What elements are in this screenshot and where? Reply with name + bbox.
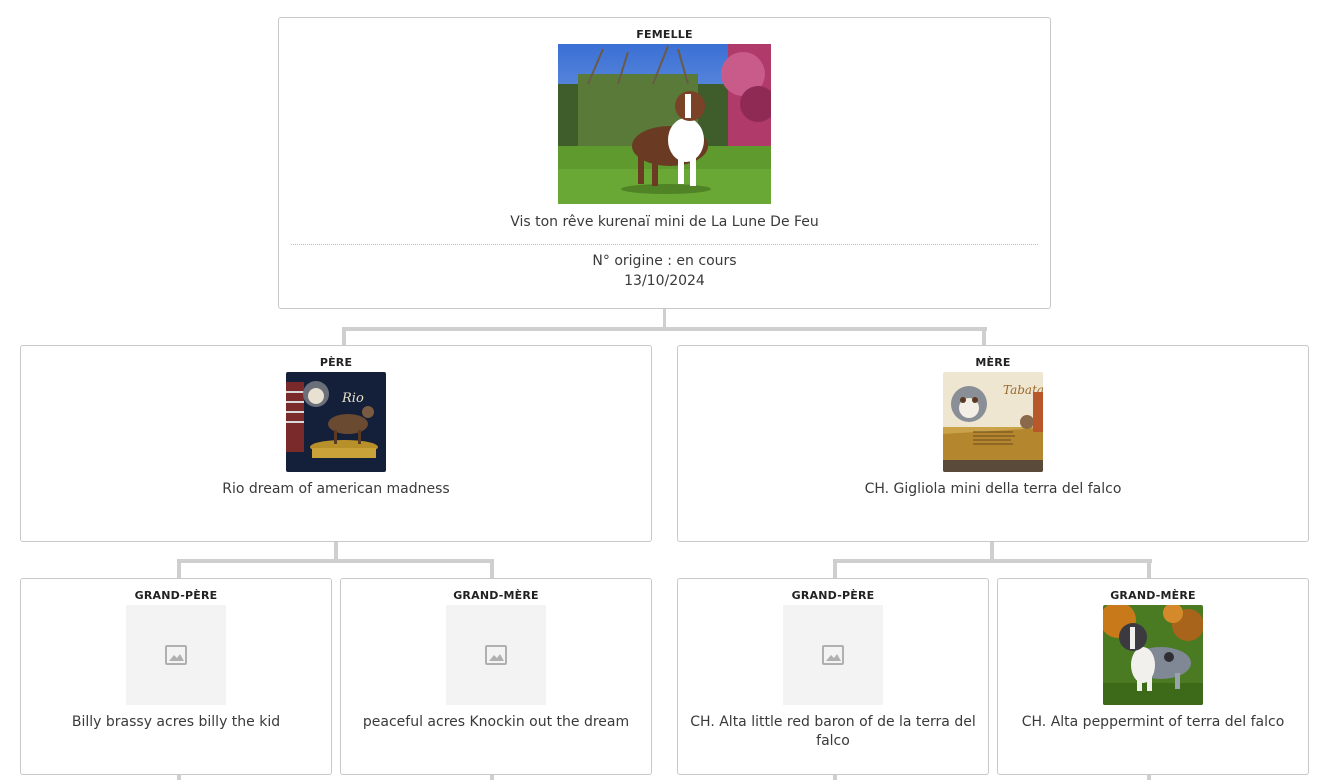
photo-caption: Rio [341,391,364,406]
connector-line [177,559,181,579]
maternal-grandfather-name[interactable]: CH. Alta little red baron of de la terra… [678,713,988,751]
pedigree-tree: FEMELLE Vis ton rêve kurenaï mini de La … [0,0,1326,780]
mother-photo[interactable]: Tabata [943,372,1043,472]
connector-line [833,559,1152,563]
connector-line [334,541,338,561]
maternal-grandfather-card[interactable]: GRAND-PÈRE CH. Alta little red baron of … [677,578,989,775]
grandmother-role-label: GRAND-MÈRE [1110,589,1196,602]
dog-photo-icon [558,44,771,204]
father-card[interactable]: PÈRE Rio Rio dream of american madness [20,345,652,542]
image-placeholder[interactable] [126,605,226,705]
father-photo[interactable]: Rio [286,372,386,472]
father-role-label: PÈRE [319,356,353,369]
paternal-grandmother-name[interactable]: peaceful acres Knockin out the dream [341,713,651,732]
subject-name[interactable]: Vis ton rêve kurenaï mini de La Lune De … [279,213,1050,232]
dog-poster-photo-icon: Tabata [943,372,1043,472]
maternal-grandmother-photo[interactable] [1103,605,1203,705]
paternal-grandfather-name[interactable]: Billy brassy acres billy the kid [21,713,331,732]
connector-line [342,327,346,346]
origin-number: N° origine : en cours [592,253,737,269]
image-placeholder[interactable] [446,605,546,705]
image-placeholder-icon [822,645,844,665]
dog-photo-icon [1103,605,1203,705]
mother-role-label: MÈRE [975,356,1011,369]
subject-role-label: FEMELLE [636,28,693,41]
mother-card[interactable]: MÈRE Tabata CH. Gigliola mini della terr… [677,345,1309,542]
maternal-grandmother-card[interactable]: GRAND-MÈRE CH. Alta peppermint of terra … [997,578,1309,775]
mother-name[interactable]: CH. Gigliola mini della terra del falco [678,480,1308,499]
image-placeholder-icon [485,645,507,665]
maternal-grandmother-name[interactable]: CH. Alta peppermint of terra del falco [998,713,1308,732]
connector-line [990,541,994,561]
dog-photo[interactable] [558,44,771,204]
image-placeholder-icon [165,645,187,665]
connector-line [1147,559,1151,579]
paternal-grandfather-card[interactable]: GRAND-PÈRE Billy brassy acres billy the … [20,578,332,775]
connector-line [177,559,494,563]
image-placeholder[interactable] [783,605,883,705]
dog-photo-icon: Rio [286,372,386,472]
separator [291,244,1038,245]
connector-line [342,327,987,331]
father-name[interactable]: Rio dream of american madness [21,480,651,499]
grandfather-role-label: GRAND-PÈRE [134,589,218,602]
connector-line [833,559,837,579]
paternal-grandmother-card[interactable]: GRAND-MÈRE peaceful acres Knockin out th… [340,578,652,775]
grandfather-role-label: GRAND-PÈRE [791,589,875,602]
birth-date: 13/10/2024 [624,273,705,289]
connector-line [663,308,666,328]
connector-line [490,559,494,579]
connector-line [982,327,986,346]
subject-card[interactable]: FEMELLE Vis ton rêve kurenaï mini de La … [278,17,1051,309]
grandmother-role-label: GRAND-MÈRE [453,589,539,602]
